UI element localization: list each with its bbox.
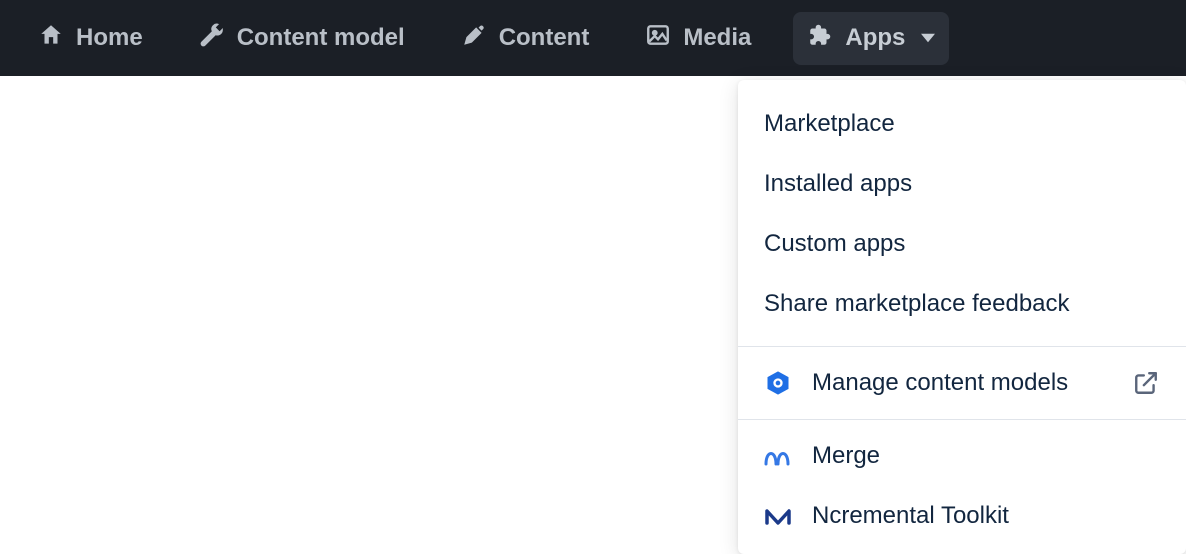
nav-home[interactable]: Home	[24, 12, 157, 65]
dropdown-item-merge[interactable]: Merge	[738, 426, 1186, 486]
caret-down-icon	[921, 24, 935, 52]
dropdown-item-label: Marketplace	[764, 110, 895, 137]
pen-icon	[461, 22, 487, 55]
image-icon	[645, 22, 671, 55]
wrench-icon	[199, 22, 225, 55]
dropdown-item-label: Manage content models	[812, 369, 1112, 397]
dropdown-item-label: Share marketplace feedback	[764, 290, 1070, 317]
hexagon-app-icon	[764, 369, 792, 397]
puzzle-icon	[807, 22, 833, 55]
nav-apps-label: Apps	[845, 24, 905, 52]
nav-content-label: Content	[499, 24, 590, 52]
apps-dropdown-basic-section: Marketplace Installed apps Custom apps S…	[738, 88, 1186, 340]
dropdown-item-label: Custom apps	[764, 230, 905, 257]
nav-home-label: Home	[76, 24, 143, 52]
dropdown-item-manage-content-models[interactable]: Manage content models	[738, 353, 1186, 413]
home-icon	[38, 22, 64, 55]
dropdown-item-installed-apps[interactable]: Installed apps	[738, 154, 1186, 214]
dropdown-item-share-feedback[interactable]: Share marketplace feedback	[738, 274, 1186, 334]
merge-app-icon	[764, 442, 792, 470]
dropdown-item-label: Ncremental Toolkit	[812, 502, 1160, 530]
ncremental-app-icon	[764, 502, 792, 530]
external-link-icon	[1132, 369, 1160, 397]
divider	[738, 346, 1186, 347]
top-navigation: Home Content model Content Media Apps	[0, 0, 1186, 76]
divider	[738, 419, 1186, 420]
dropdown-item-marketplace[interactable]: Marketplace	[738, 94, 1186, 154]
nav-media-label: Media	[683, 24, 751, 52]
nav-content-model[interactable]: Content model	[185, 12, 419, 65]
nav-media[interactable]: Media	[631, 12, 765, 65]
dropdown-item-custom-apps[interactable]: Custom apps	[738, 214, 1186, 274]
dropdown-item-label: Installed apps	[764, 170, 912, 197]
apps-dropdown: Marketplace Installed apps Custom apps S…	[738, 80, 1186, 554]
nav-content-model-label: Content model	[237, 24, 405, 52]
dropdown-item-ncremental-toolkit[interactable]: Ncremental Toolkit	[738, 486, 1186, 546]
dropdown-item-label: Merge	[812, 442, 1160, 470]
nav-content[interactable]: Content	[447, 12, 604, 65]
nav-apps[interactable]: Apps	[793, 12, 949, 65]
